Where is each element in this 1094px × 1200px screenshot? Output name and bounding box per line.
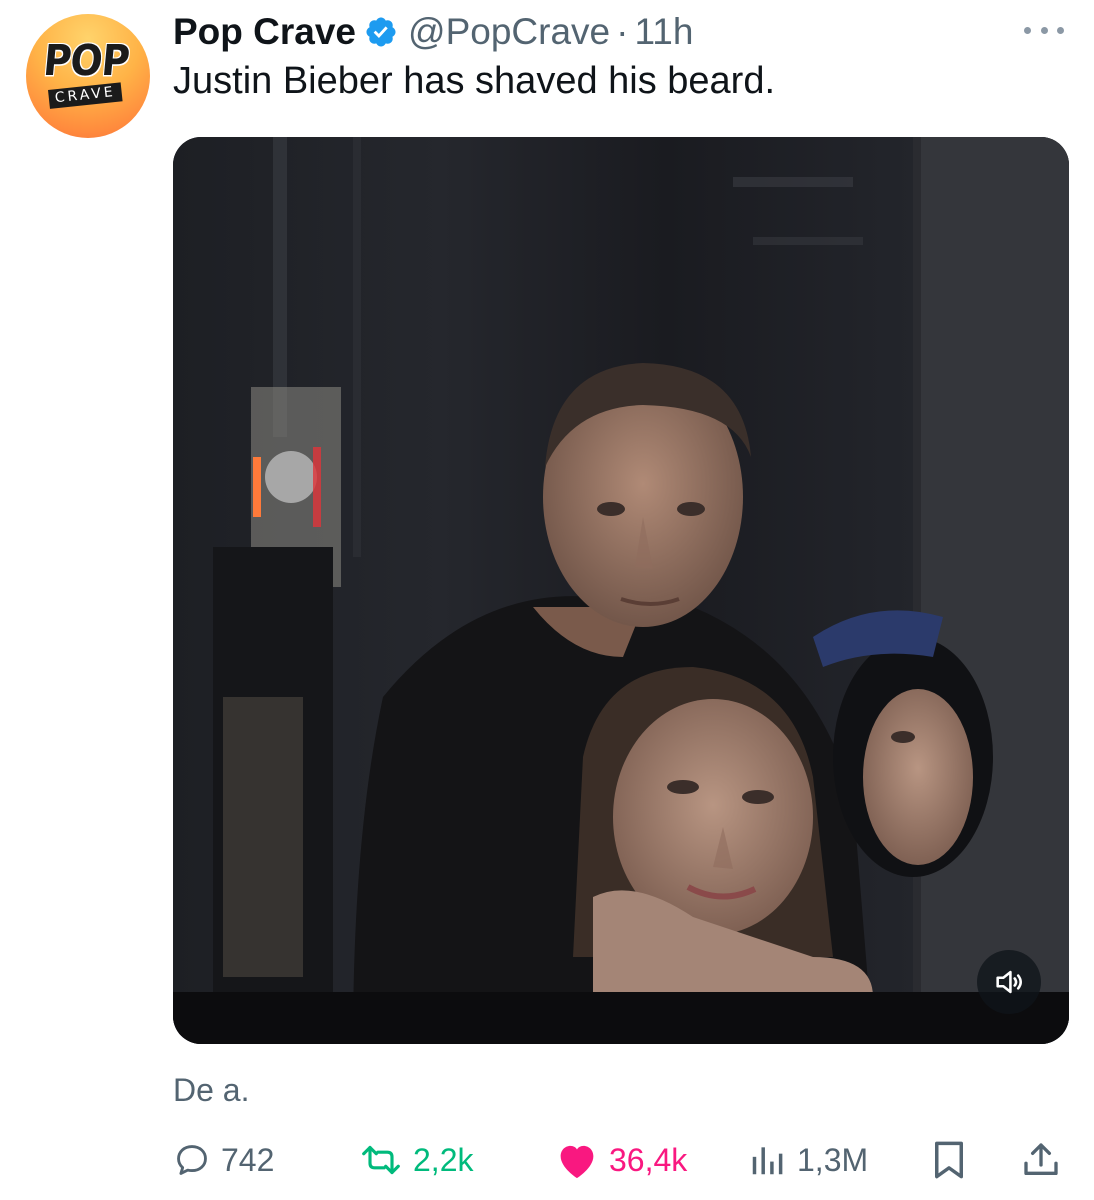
avatar-logo-text-pop: POP bbox=[41, 36, 132, 86]
speaker-muted-icon bbox=[996, 970, 1022, 994]
avatar-logo-text-crave: CRAVE bbox=[48, 82, 123, 109]
retweet-button[interactable]: 2,2k bbox=[359, 1133, 473, 1187]
header-separator: · bbox=[616, 11, 629, 52]
tweet-video[interactable] bbox=[173, 137, 1069, 1044]
like-button[interactable]: 36,4k bbox=[555, 1133, 687, 1187]
reply-bubble-icon bbox=[177, 1145, 207, 1175]
views-button[interactable]: 1,3M bbox=[747, 1133, 868, 1187]
verified-badge-icon bbox=[364, 15, 398, 49]
tweet-text: Justin Bieber has shaved his beard. bbox=[173, 60, 776, 102]
author-handle[interactable]: @PopCrave bbox=[408, 11, 610, 53]
tweet-timestamp[interactable]: 11h bbox=[634, 11, 693, 53]
views-count: 1,3M bbox=[797, 1141, 869, 1178]
author-display-name[interactable]: Pop Crave bbox=[173, 11, 356, 53]
video-frame-image bbox=[173, 137, 1069, 1044]
tweet-action-bar: 742 2,2k 36,4k 1,3M bbox=[173, 1133, 1069, 1187]
share-button[interactable] bbox=[1021, 1133, 1061, 1187]
share-upload-icon bbox=[1024, 1143, 1058, 1175]
tweet-header: Pop Crave @PopCrave · 11h bbox=[173, 8, 693, 56]
more-dots-icon[interactable] bbox=[1024, 18, 1064, 42]
media-caption[interactable]: De a. bbox=[173, 1072, 249, 1109]
retweet-arrows-icon bbox=[362, 1145, 400, 1175]
like-count: 36,4k bbox=[609, 1141, 688, 1178]
views-bars-icon bbox=[752, 1147, 783, 1175]
retweet-count: 2,2k bbox=[413, 1141, 474, 1178]
reply-count: 742 bbox=[221, 1141, 275, 1178]
heart-filled-icon bbox=[560, 1145, 594, 1179]
avatar[interactable]: POP CRAVE bbox=[26, 14, 150, 138]
video-sound-toggle[interactable] bbox=[977, 950, 1041, 1014]
bookmark-icon bbox=[935, 1141, 963, 1179]
reply-button[interactable]: 742 bbox=[173, 1133, 274, 1187]
bookmark-button[interactable] bbox=[931, 1133, 967, 1187]
